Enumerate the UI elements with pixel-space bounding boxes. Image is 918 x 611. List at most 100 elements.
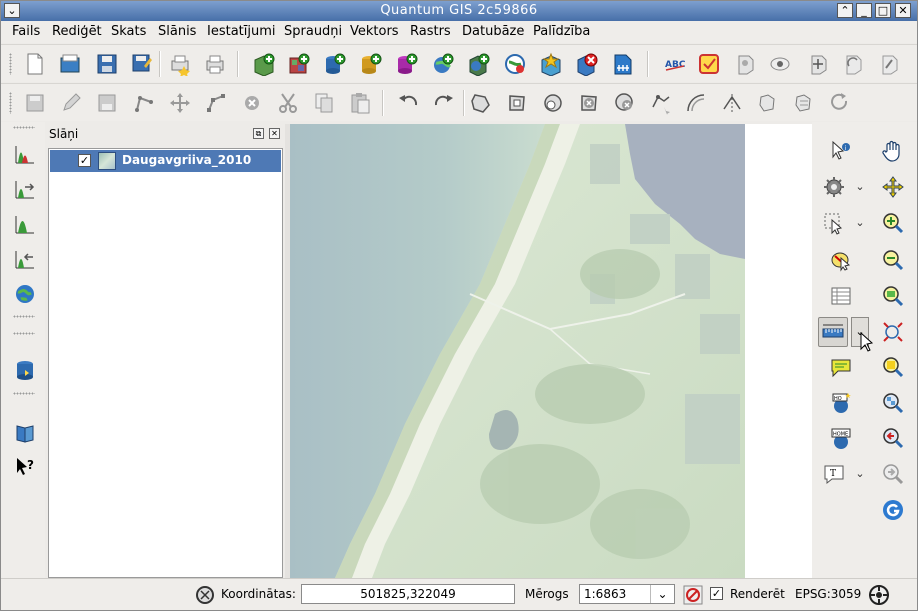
add-spatialite-layer-icon[interactable] xyxy=(357,50,385,78)
merge-attributes-icon[interactable] xyxy=(790,89,818,117)
layers-tree[interactable]: ✓ Daugavgriiva_2010 xyxy=(48,148,283,578)
add-part-icon[interactable] xyxy=(539,89,567,117)
offset-curve-icon[interactable] xyxy=(682,89,710,117)
text-annotation-icon[interactable]: T xyxy=(820,460,848,488)
float-panel-icon[interactable]: ⧉ xyxy=(253,128,264,139)
new-shapefile-icon[interactable] xyxy=(501,50,529,78)
zoom-in-icon[interactable] xyxy=(879,209,907,237)
deselect-features-icon[interactable] xyxy=(827,246,855,274)
chevron-down-icon[interactable]: ⌄ xyxy=(853,216,867,230)
save-edits-icon[interactable] xyxy=(21,89,49,117)
globe-icon[interactable] xyxy=(11,280,39,308)
menu-skats[interactable]: Skats xyxy=(111,24,146,39)
menu-rediget[interactable]: Rediģēt xyxy=(52,24,102,39)
add-raster-layer-icon[interactable] xyxy=(285,50,313,78)
run-feature-action-icon[interactable] xyxy=(820,173,848,201)
new-spatialite-layer-icon[interactable] xyxy=(537,50,565,78)
delete-part-icon[interactable] xyxy=(611,89,639,117)
collapse-button[interactable]: ⌃ xyxy=(837,3,853,18)
add-mssql-layer-icon[interactable] xyxy=(393,50,421,78)
measure-line-icon[interactable] xyxy=(818,317,848,347)
add-ring-icon[interactable] xyxy=(503,89,531,117)
zoom-out-icon[interactable] xyxy=(879,246,907,274)
toolbar-grip[interactable] xyxy=(9,92,12,114)
zoom-to-layer-icon[interactable] xyxy=(879,282,907,310)
rotate-label-icon[interactable] xyxy=(839,50,867,78)
database-icon[interactable] xyxy=(11,356,39,384)
close-panel-icon[interactable]: ✕ xyxy=(269,128,280,139)
minimize-button[interactable]: _ xyxy=(856,3,872,18)
stop-rendering-icon[interactable] xyxy=(679,581,707,609)
scale-combobox[interactable]: 1:6863 ⌄ xyxy=(579,584,675,604)
reshape-features-icon[interactable] xyxy=(647,89,675,117)
coordinates-field[interactable]: 501825,322049 xyxy=(301,584,515,604)
layer-item[interactable]: ✓ Daugavgriiva_2010 xyxy=(50,150,281,172)
zoom-to-native-resolution-icon[interactable] xyxy=(879,389,907,417)
menu-vektors[interactable]: Vektors xyxy=(350,24,399,39)
crs-label[interactable]: EPSG:3059 xyxy=(795,587,861,601)
zoom-last-icon[interactable] xyxy=(879,424,907,452)
zoom-full-icon[interactable] xyxy=(879,318,907,346)
label-properties-icon[interactable] xyxy=(695,50,723,78)
refresh-icon[interactable] xyxy=(879,496,907,524)
map-canvas[interactable] xyxy=(290,124,812,578)
split-features-icon[interactable] xyxy=(718,89,746,117)
simplify-feature-icon[interactable] xyxy=(467,89,495,117)
map-tips-icon[interactable] xyxy=(827,353,855,381)
menu-datubaze[interactable]: Datubāze xyxy=(462,24,524,39)
chevron-down-icon[interactable]: ⌄ xyxy=(853,467,867,481)
new-project-icon[interactable] xyxy=(21,50,49,78)
menu-slanis[interactable]: Slānis xyxy=(158,24,196,39)
cut-features-icon[interactable] xyxy=(274,89,302,117)
paste-features-icon[interactable] xyxy=(346,89,374,117)
new-bookmark-icon[interactable]: HO xyxy=(827,389,855,417)
change-label-icon[interactable] xyxy=(875,50,903,78)
save-as-icon[interactable] xyxy=(128,50,156,78)
layer-visibility-checkbox[interactable]: ✓ xyxy=(78,154,91,167)
zoom-next-icon[interactable] xyxy=(879,460,907,488)
save-layer-edits-icon[interactable] xyxy=(93,89,121,117)
pan-to-selection-icon[interactable] xyxy=(879,173,907,201)
histogram-stretch-icon[interactable] xyxy=(11,140,39,168)
print-icon[interactable] xyxy=(201,50,229,78)
spellcheck-abc-icon[interactable]: ABC xyxy=(661,50,689,78)
toolbar-grip[interactable] xyxy=(13,392,35,395)
move-feature-icon[interactable] xyxy=(166,89,194,117)
undo-icon[interactable] xyxy=(394,89,422,117)
close-button[interactable]: ✕ xyxy=(895,3,911,18)
delete-selected-icon[interactable] xyxy=(238,89,266,117)
pan-map-icon[interactable] xyxy=(879,137,907,165)
redo-icon[interactable] xyxy=(430,89,458,117)
chevron-down-icon[interactable]: ⌄ xyxy=(650,585,674,603)
add-wfs-layer-icon[interactable] xyxy=(465,50,493,78)
full-histogram-stretch-icon[interactable] xyxy=(11,210,39,238)
whats-this-icon[interactable]: ? xyxy=(11,453,39,481)
node-tool-icon[interactable] xyxy=(202,89,230,117)
add-vector-layer-icon[interactable] xyxy=(250,50,278,78)
zoom-to-selection-icon[interactable] xyxy=(879,353,907,381)
add-wms-layer-icon[interactable] xyxy=(429,50,457,78)
show-hide-labels-icon[interactable] xyxy=(766,50,794,78)
help-book-icon[interactable] xyxy=(11,419,39,447)
toolbar-grip[interactable] xyxy=(13,332,35,335)
merge-features-icon[interactable] xyxy=(754,89,782,117)
pin-labels-icon[interactable] xyxy=(731,50,759,78)
toggle-editing-icon[interactable] xyxy=(57,89,85,117)
move-label-icon[interactable] xyxy=(804,50,832,78)
chevron-down-icon[interactable]: ⌄ xyxy=(853,180,867,194)
menu-palidziba[interactable]: Palīdzība xyxy=(533,24,590,39)
select-features-icon[interactable] xyxy=(820,209,848,237)
remove-layer-icon[interactable] xyxy=(573,50,601,78)
add-delimited-text-icon[interactable] xyxy=(609,50,637,78)
render-checkbox[interactable]: ✓ xyxy=(710,587,723,600)
new-print-composer-icon[interactable] xyxy=(166,50,194,78)
open-project-icon[interactable] xyxy=(56,50,84,78)
menu-iestatijumi[interactable]: Iestatījumi xyxy=(207,24,276,39)
crs-status-icon[interactable] xyxy=(865,581,893,609)
menu-fails[interactable]: Fails xyxy=(12,24,40,39)
toggle-extents-icon[interactable] xyxy=(191,581,219,609)
save-project-icon[interactable] xyxy=(93,50,121,78)
add-feature-icon[interactable] xyxy=(130,89,158,117)
copy-features-icon[interactable] xyxy=(310,89,338,117)
toolbar-grip[interactable] xyxy=(13,126,35,129)
